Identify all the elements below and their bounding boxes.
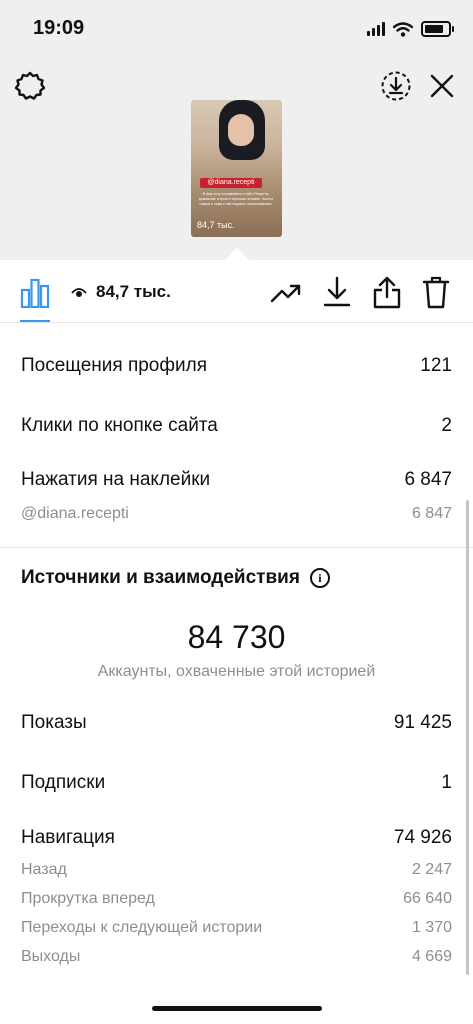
scrollbar[interactable]: [466, 500, 469, 975]
thumbnail-pointer: [225, 248, 249, 260]
nav-row-back: Назад 2 247: [21, 861, 452, 879]
reach-caption: Аккаунты, охваченные этой историей: [97, 663, 376, 680]
mention-value: 6 847: [411, 505, 452, 522]
story-toolbar: 84,7 тыс.: [0, 260, 473, 323]
story-preview-area: 19:09 @diana.recepti Я вам хочу познаком…: [0, 0, 473, 260]
trash-icon[interactable]: [422, 275, 450, 309]
share-icon[interactable]: [372, 275, 402, 309]
story-image-face: [228, 114, 254, 146]
stat-row-mention[interactable]: @diana.recepti 6 847: [21, 505, 452, 523]
stat-row-sticker-taps: Нажатия на наклейки 6 847: [21, 469, 452, 491]
insights-bar-chart-icon[interactable]: [20, 278, 50, 308]
stat-row-follows: Подписки 1: [21, 772, 452, 794]
stat-label: Посещения профиля: [21, 355, 207, 376]
stat-label: Подписки: [21, 772, 106, 793]
story-views-overlay: 84,7 тыс.: [197, 220, 235, 230]
stat-value: 74 926: [393, 827, 452, 848]
stat-value: 6 847: [404, 469, 452, 490]
nav-value: 4 669: [411, 948, 452, 965]
signal-icon: [367, 22, 385, 36]
stat-label: Клики по кнопке сайта: [21, 415, 218, 436]
story-caption: Я вам хочу познакомить с ней ! Рецепты, …: [198, 192, 274, 206]
nav-value: 66 640: [403, 890, 452, 907]
nav-label: Выходы: [21, 948, 81, 965]
close-icon[interactable]: [428, 72, 456, 100]
views-count: 84,7 тыс.: [96, 282, 171, 301]
stat-label: Навигация: [21, 827, 115, 848]
stat-row-profile-visits: Посещения профиля 121: [21, 355, 452, 377]
info-icon[interactable]: i: [309, 568, 330, 588]
settings-gear-icon[interactable]: [14, 70, 46, 102]
story-thumbnail[interactable]: @diana.recepti Я вам хочу познакомить с …: [191, 100, 282, 237]
stat-row-impressions: Показы 91 425: [21, 712, 452, 734]
home-indicator[interactable]: [152, 1006, 322, 1011]
nav-label: Назад: [21, 861, 67, 878]
section-title-text: Источники и взаимодействия: [21, 567, 300, 588]
stat-row-navigation: Навигация 74 926: [21, 827, 452, 849]
mention-label[interactable]: @diana.recepti: [21, 505, 129, 523]
stat-value: 91 425: [393, 712, 452, 733]
stat-label: Показы: [21, 712, 87, 733]
nav-label: Прокрутка вперед: [21, 890, 155, 907]
nav-label: Переходы к следующей истории: [21, 919, 263, 936]
nav-row-exits: Выходы 4 669: [21, 948, 452, 966]
battery-icon: [421, 21, 454, 37]
section-divider: [0, 547, 473, 548]
stat-label: Нажатия на наклейки: [21, 469, 211, 490]
nav-value: 1 370: [411, 919, 452, 936]
nav-value: 2 247: [411, 861, 452, 878]
status-icons: [367, 20, 454, 38]
stat-value: 2: [441, 415, 452, 436]
section-title: Источники и взаимодействия i: [21, 567, 330, 589]
wifi-icon: [393, 21, 413, 37]
save-story-icon[interactable]: [380, 70, 412, 102]
active-tab-indicator: [20, 320, 50, 322]
stat-value: 1: [441, 772, 452, 793]
stat-value: 121: [420, 355, 452, 376]
reach-number: 84 730: [187, 619, 286, 655]
status-time: 19:09: [33, 17, 85, 39]
story-mention-sticker: @diana.recepti: [200, 178, 262, 188]
nav-row-forward: Прокрутка вперед 66 640: [21, 890, 452, 908]
trending-icon[interactable]: [270, 282, 302, 304]
eye-icon: [71, 288, 87, 297]
stat-row-website-clicks: Клики по кнопке сайта 2: [21, 415, 452, 437]
nav-row-next-story: Переходы к следующей истории 1 370: [21, 919, 452, 937]
download-icon[interactable]: [322, 276, 352, 308]
